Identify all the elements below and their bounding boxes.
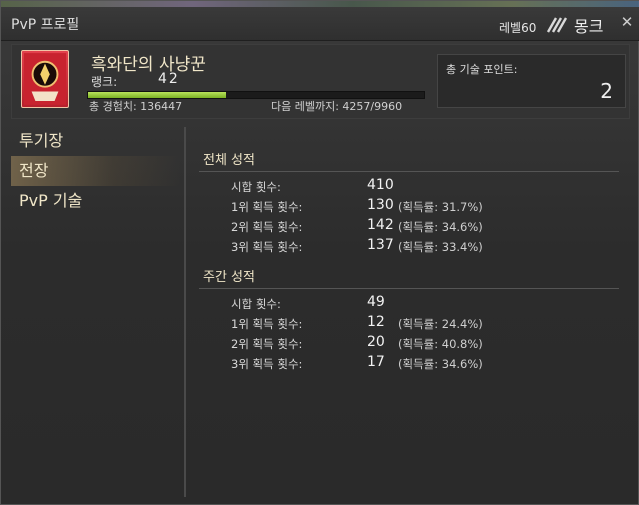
stat-value: 142: [367, 217, 394, 233]
nav-item-pvp-skills[interactable]: PvP 기술: [11, 186, 181, 216]
section-title: 전체 성적: [199, 149, 619, 172]
skill-points-value: 2: [600, 79, 613, 103]
experience-to-next-level: 다음 레벨까지: 4257/9960: [271, 100, 403, 113]
stat-row: 2위 획득 횟수: 142 (획득률: 34.6%): [199, 216, 619, 236]
overall-record-section: 전체 성적 시합 횟수: 410 1위 획득 횟수: 130 (획득률: 31.…: [199, 149, 619, 256]
stat-value: 12: [367, 314, 385, 330]
rank-label: 랭크:: [91, 75, 118, 89]
nav-item-arena[interactable]: 투기장: [11, 126, 181, 156]
stat-row: 시합 횟수: 49: [199, 293, 619, 313]
stat-rate: (획득률: 34.6%): [398, 220, 483, 234]
monk-job-icon: [546, 17, 568, 33]
stat-row: 2위 획득 횟수: 20 (획득률: 40.8%): [199, 333, 619, 353]
stat-value: 410: [367, 177, 394, 193]
stat-row: 시합 횟수: 410: [199, 176, 619, 196]
stat-rate: (획득률: 33.4%): [398, 240, 483, 254]
stat-value: 49: [367, 294, 385, 310]
skill-points-panel: 총 기술 포인트: 2: [437, 54, 626, 108]
stat-rate: (획득률: 24.4%): [398, 317, 483, 331]
job-name: 몽크: [574, 17, 604, 36]
title-bar[interactable]: PvP 프로필 레벨60 몽크 ✕: [1, 7, 639, 41]
stat-label: 2위 획득 횟수:: [231, 220, 303, 234]
stat-value: 137: [367, 237, 394, 253]
close-button[interactable]: ✕: [617, 12, 637, 32]
total-experience: 총 경험치: 136447: [89, 100, 183, 113]
sidebar-nav: 투기장 전장 PvP 기술: [11, 126, 181, 216]
level-label: 레벨60: [499, 21, 537, 35]
stat-row: 1위 획득 횟수: 130 (획득률: 31.7%): [199, 196, 619, 216]
stat-label: 1위 획득 횟수:: [231, 317, 303, 331]
stat-row: 3위 획득 횟수: 137 (획득률: 33.4%): [199, 236, 619, 256]
pvp-profile-window: PvP 프로필 레벨60 몽크 ✕ 흑와단의 사냥꾼 랭크: 42 총 경험치:…: [0, 0, 639, 505]
stat-label: 2위 획득 횟수:: [231, 337, 303, 351]
stat-row: 3위 획득 횟수: 17 (획득률: 34.6%): [199, 353, 619, 373]
divider: [184, 127, 186, 497]
stat-rate: (획득률: 40.8%): [398, 337, 483, 351]
stat-label: 시합 횟수:: [231, 297, 281, 311]
rank-value: 42: [158, 71, 180, 87]
stat-rate: (획득률: 31.7%): [398, 200, 483, 214]
stat-label: 3위 획득 횟수:: [231, 357, 303, 371]
stat-label: 시합 횟수:: [231, 180, 281, 194]
stat-label: 3위 획득 횟수:: [231, 240, 303, 254]
nav-item-battlefield[interactable]: 전장: [11, 156, 181, 186]
stat-value: 130: [367, 197, 394, 213]
stat-value: 17: [367, 354, 385, 370]
stat-label: 1위 획득 횟수:: [231, 200, 303, 214]
character-name: 흑와단의 사냥꾼: [91, 55, 206, 75]
window-title: PvP 프로필: [11, 17, 80, 33]
stat-row: 1위 획득 횟수: 12 (획득률: 24.4%): [199, 313, 619, 333]
pvp-rank-emblem: [21, 50, 69, 108]
weekly-record-section: 주간 성적 시합 횟수: 49 1위 획득 횟수: 12 (획득률: 24.4%…: [199, 266, 619, 373]
stat-value: 20: [367, 334, 385, 350]
skill-points-label: 총 기술 포인트:: [446, 63, 518, 76]
stat-rate: (획득률: 34.6%): [398, 357, 483, 371]
section-title: 주간 성적: [199, 266, 619, 289]
